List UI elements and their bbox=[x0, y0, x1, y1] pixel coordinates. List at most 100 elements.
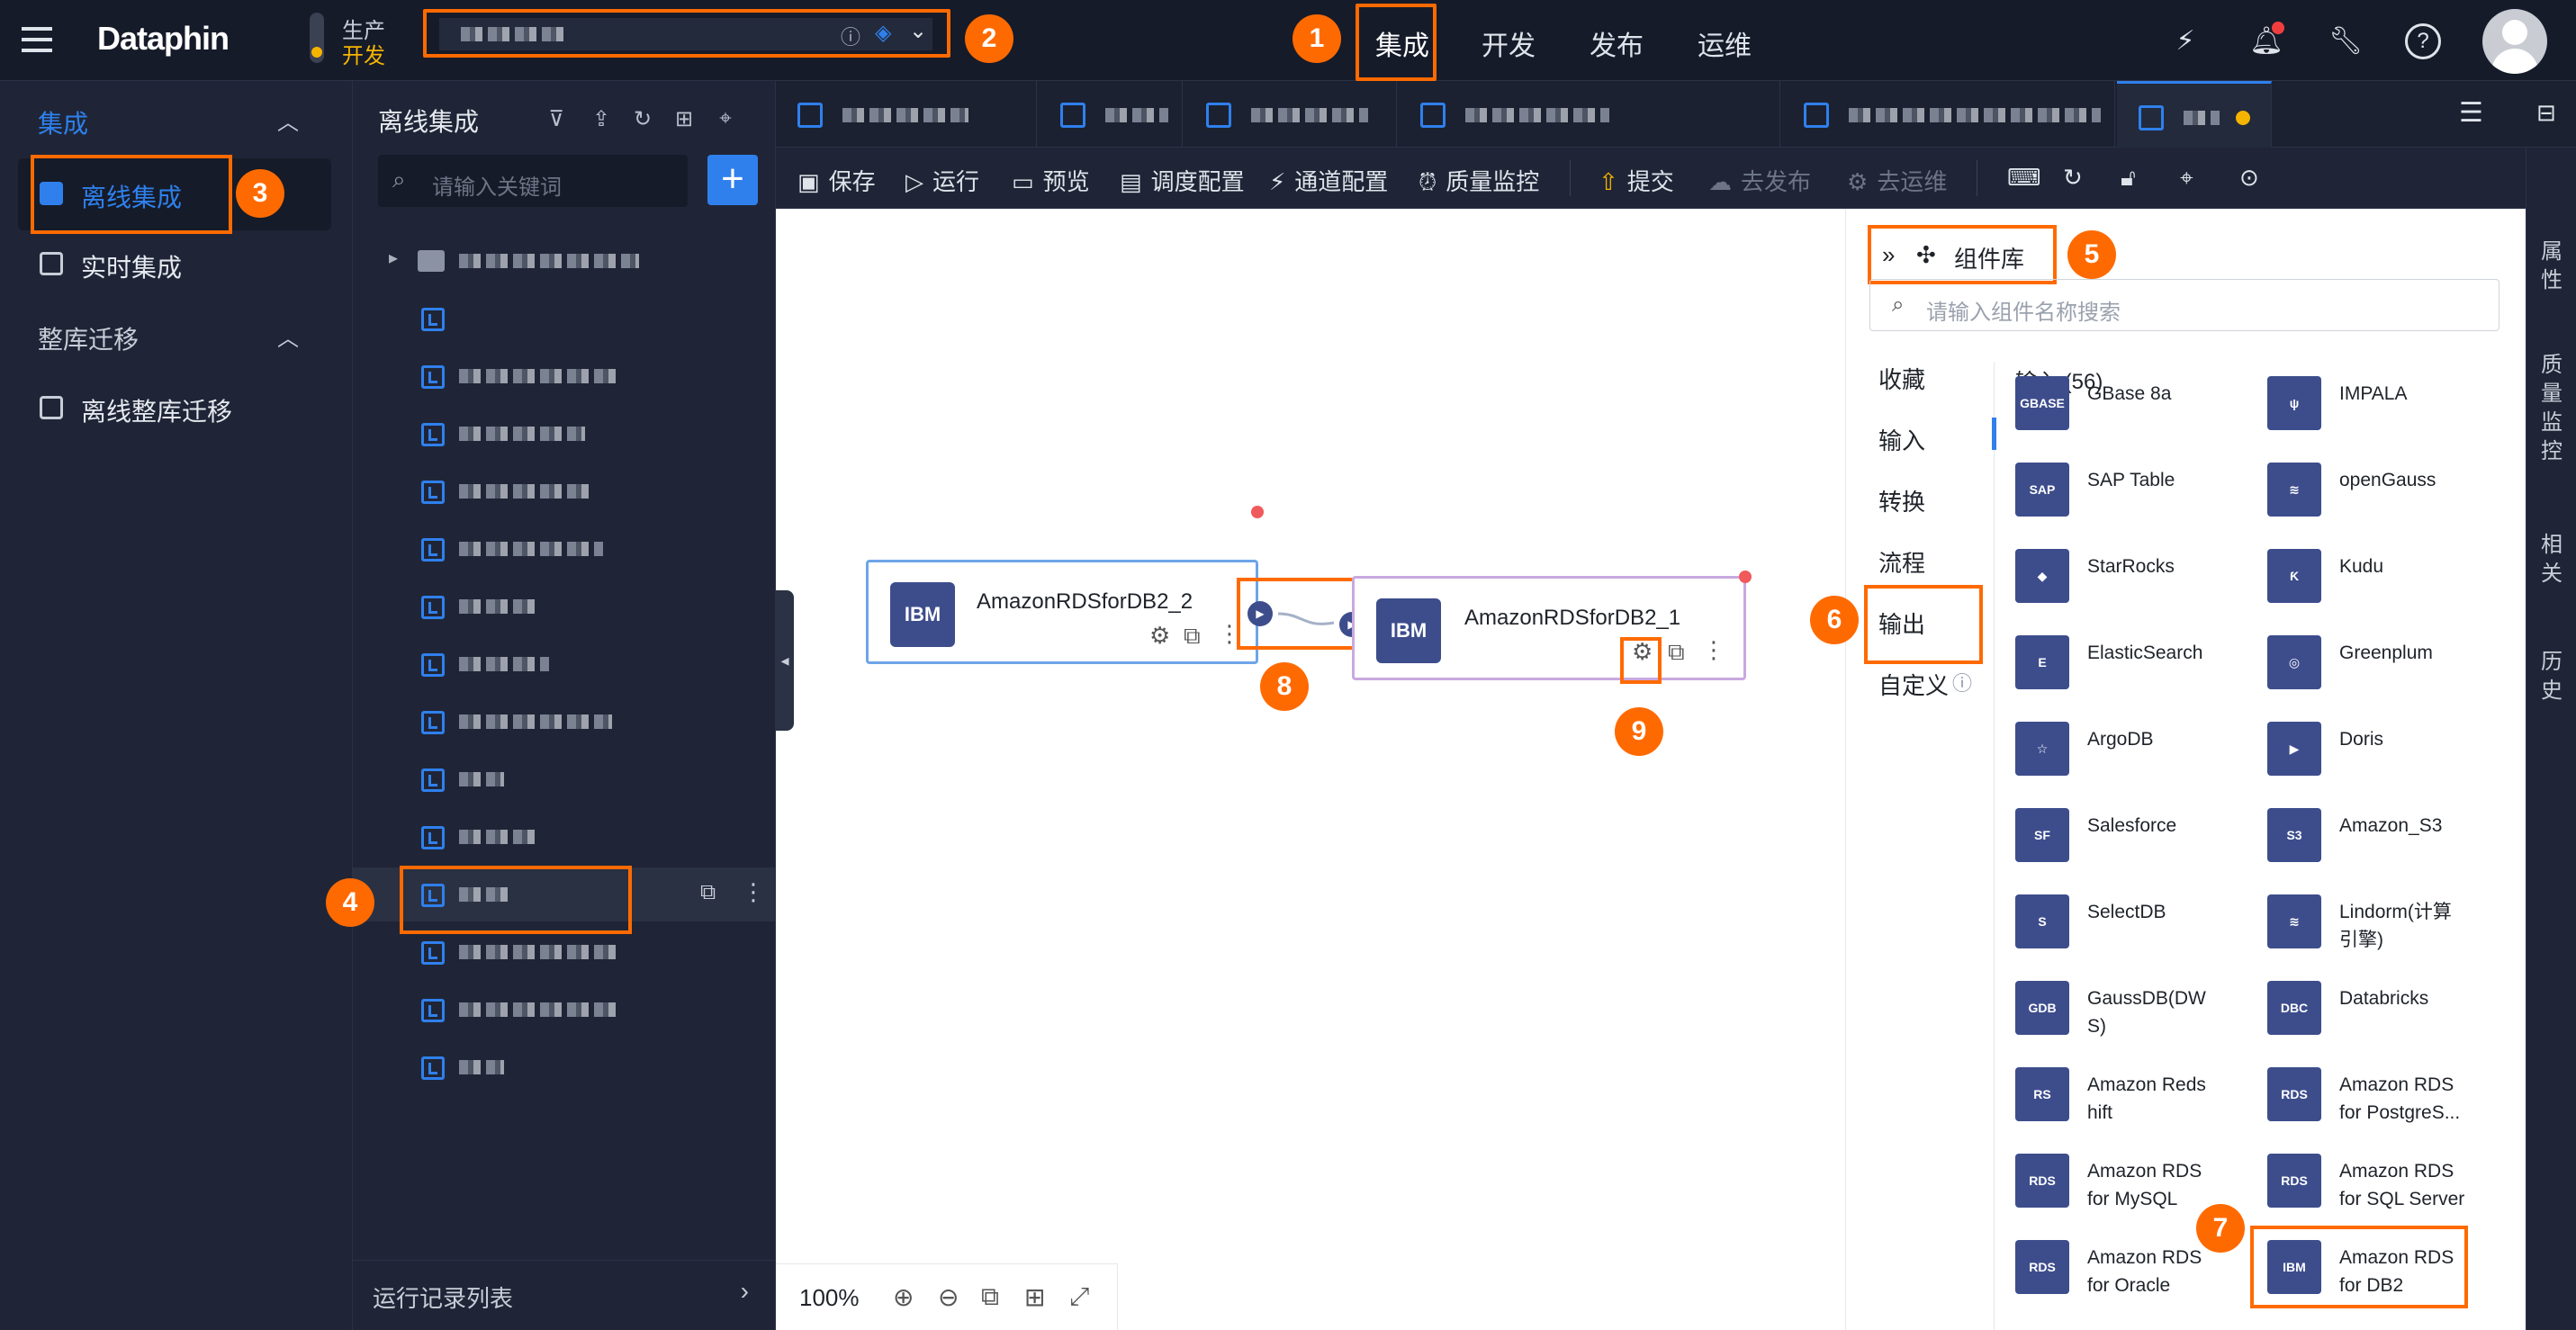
tree-row[interactable] bbox=[353, 637, 776, 691]
more-icon[interactable]: ⋮ bbox=[742, 878, 765, 906]
collapse-panel-handle[interactable]: ◂ bbox=[776, 590, 794, 731]
ops-button[interactable]: ⚙ 去运维 bbox=[1847, 164, 1947, 197]
tree-row[interactable] bbox=[353, 292, 776, 346]
more-icon[interactable]: ⋮ bbox=[1702, 636, 1725, 664]
preview-button[interactable]: ▭ 预览 bbox=[1012, 164, 1090, 197]
new-folder-icon[interactable]: ⊞ bbox=[671, 106, 697, 132]
category-favorites[interactable]: 收藏 bbox=[1878, 362, 1925, 395]
tree-folder-row[interactable]: ▸ bbox=[353, 234, 776, 288]
component-library-header[interactable]: » ✣ 组件库 bbox=[1868, 225, 2057, 284]
channel-config-button[interactable]: ⚡︎ 通道配置 bbox=[1269, 164, 1388, 197]
tree-row[interactable] bbox=[353, 349, 776, 403]
category-flow[interactable]: 流程 bbox=[1878, 545, 1925, 579]
project-select[interactable]: ⓘ ◈ ⌄ bbox=[423, 9, 950, 58]
component-item[interactable]: DBC Databricks bbox=[2267, 974, 2510, 1046]
env-dev-label[interactable]: 开发 bbox=[342, 38, 385, 69]
run-button[interactable]: ▷ 运行 bbox=[905, 164, 979, 197]
submit-button[interactable]: ⇧ 提交 bbox=[1599, 164, 1674, 197]
tab-active[interactable] bbox=[2117, 81, 2272, 148]
tree-row[interactable] bbox=[353, 983, 776, 1037]
component-item[interactable]: RDS Amazon RDS for SQL Server bbox=[2267, 1146, 2510, 1218]
copy-icon[interactable]: ⧉ bbox=[700, 880, 716, 905]
location-icon[interactable]: ⌖ bbox=[2180, 164, 2193, 193]
category-custom[interactable]: 自定义 bbox=[1878, 668, 1949, 701]
component-item[interactable]: SAP SAP Table bbox=[2015, 455, 2258, 527]
tab[interactable] bbox=[776, 81, 1037, 148]
upload-icon[interactable]: ⇪ bbox=[589, 106, 614, 132]
terminal-icon[interactable]: ⌨ bbox=[2007, 164, 2041, 192]
layout-icon[interactable]: ⊟ bbox=[2536, 99, 2556, 127]
component-item[interactable]: GBASE GBase 8a bbox=[2015, 369, 2258, 441]
filter-icon[interactable]: ⊽ bbox=[544, 106, 569, 132]
tree-row[interactable] bbox=[353, 752, 776, 806]
list-icon[interactable]: ☰ bbox=[2459, 97, 2483, 129]
info-icon[interactable]: ⓘ bbox=[1952, 668, 1972, 696]
gear-icon[interactable]: ⚙ bbox=[1149, 622, 1170, 650]
nav-realtime-integration[interactable]: 实时集成 bbox=[81, 248, 182, 284]
caret-right-icon[interactable]: ▸ bbox=[389, 247, 398, 269]
category-output[interactable]: 输出 bbox=[1878, 607, 1925, 640]
refresh-icon[interactable]: ↻ bbox=[2063, 164, 2083, 192]
copy-icon[interactable]: ⧉ bbox=[1184, 622, 1201, 651]
section-integration[interactable]: 集成 bbox=[38, 104, 88, 140]
component-item[interactable]: ☆ ArgoDB bbox=[2015, 714, 2258, 786]
node-source[interactable]: IBM AmazonRDSforDB2_2 ⚙ ⧉ ⋮ bbox=[866, 560, 1258, 664]
info-icon[interactable]: ⓘ bbox=[841, 22, 860, 50]
nav-integration[interactable]: 集成 bbox=[1375, 23, 1429, 63]
chevron-up-icon[interactable]: ︿ bbox=[277, 104, 299, 136]
tree-search-input[interactable]: ⌕ 请输入关键词 bbox=[378, 155, 688, 207]
bell-icon[interactable]: 🔔︎ bbox=[2248, 22, 2284, 59]
component-item[interactable]: SF Salesforce bbox=[2015, 801, 2258, 873]
schedule-config-button[interactable]: ▤ 调度配置 bbox=[1120, 164, 1245, 197]
run-records-bar[interactable]: 运行记录列表 › bbox=[353, 1260, 776, 1330]
rail-properties[interactable]: 属性 bbox=[2539, 238, 2564, 295]
quality-monitor-button[interactable]: ⏰︎ 质量监控 bbox=[1419, 164, 1539, 197]
chevron-right-icon[interactable]: › bbox=[741, 1277, 749, 1306]
component-item[interactable]: ≋ openGauss bbox=[2267, 455, 2510, 527]
rail-history[interactable]: 历史 bbox=[2539, 648, 2564, 705]
component-item[interactable]: S3 Amazon_S3 bbox=[2267, 801, 2510, 873]
component-search-input[interactable]: ⌕ 请输入组件名称搜索 bbox=[1869, 279, 2499, 331]
component-item[interactable]: GDB GaussDB(DW S) bbox=[2015, 974, 2258, 1046]
help-icon[interactable]: ? bbox=[2405, 23, 2441, 59]
collapse-icon[interactable]: » bbox=[1882, 241, 1895, 269]
component-item[interactable]: ▶ Doris bbox=[2267, 714, 2510, 786]
component-item[interactable]: RS Amazon Reds hift bbox=[2015, 1060, 2258, 1132]
component-item[interactable]: ◆ StarRocks bbox=[2015, 542, 2258, 614]
component-item[interactable]: Ƙ Kudu bbox=[2267, 542, 2510, 614]
tab[interactable] bbox=[1184, 81, 1397, 148]
tree-row[interactable] bbox=[353, 407, 776, 461]
category-input[interactable]: 输入 bbox=[1878, 423, 1925, 456]
tree-row[interactable] bbox=[353, 580, 776, 634]
tree-row[interactable] bbox=[353, 695, 776, 749]
component-item[interactable]: S SelectDB bbox=[2015, 887, 2258, 959]
tab[interactable] bbox=[1399, 81, 1780, 148]
locate-icon[interactable]: ⌖ bbox=[713, 106, 738, 131]
lightning-icon[interactable]: ⚡ bbox=[2167, 23, 2203, 59]
component-item[interactable]: ψ IMPALA bbox=[2267, 369, 2510, 441]
env-toggle[interactable] bbox=[310, 13, 324, 63]
nav-publish[interactable]: 发布 bbox=[1590, 23, 1644, 63]
fullscreen-icon[interactable]: ⤢ bbox=[1069, 1282, 1089, 1312]
component-item[interactable]: ≋ Lindorm(计算 引擎) bbox=[2267, 887, 2510, 959]
nav-ops[interactable]: 运维 bbox=[1698, 23, 1752, 63]
layout-icon[interactable]: ⊞ bbox=[1024, 1282, 1045, 1312]
menu-icon[interactable] bbox=[22, 23, 52, 54]
canvas[interactable]: IBM AmazonRDSforDB2_2 ⚙ ⧉ ⋮ ▶ ▶ 8 IBM Am… bbox=[776, 209, 1845, 1330]
rail-related[interactable]: 相关 bbox=[2539, 531, 2564, 589]
lock-icon[interactable]: 🔓︎ bbox=[2121, 164, 2136, 193]
chevron-down-icon[interactable]: ⌄ bbox=[909, 18, 927, 44]
tab[interactable] bbox=[1039, 81, 1183, 148]
node-target[interactable]: IBM AmazonRDSforDB2_1 ⚙ ⧉ ⋮ bbox=[1352, 576, 1746, 680]
save-button[interactable]: ▣ 保存 bbox=[797, 164, 876, 197]
refresh-icon[interactable]: ↻ bbox=[630, 106, 655, 132]
category-transform[interactable]: 转换 bbox=[1878, 484, 1925, 517]
component-item[interactable]: RDS Amazon RDS for PostgreS... bbox=[2267, 1060, 2510, 1132]
zoom-out-icon[interactable]: ⊖ bbox=[938, 1282, 959, 1312]
nav-offline-migration[interactable]: 离线整库迁移 bbox=[81, 392, 232, 428]
zoom-in-icon[interactable]: ⊕ bbox=[893, 1282, 914, 1312]
tree-row[interactable] bbox=[353, 464, 776, 518]
copy-icon[interactable]: ⧉ bbox=[1668, 638, 1685, 667]
add-button[interactable]: + bbox=[707, 155, 758, 205]
avatar[interactable] bbox=[2482, 9, 2547, 74]
